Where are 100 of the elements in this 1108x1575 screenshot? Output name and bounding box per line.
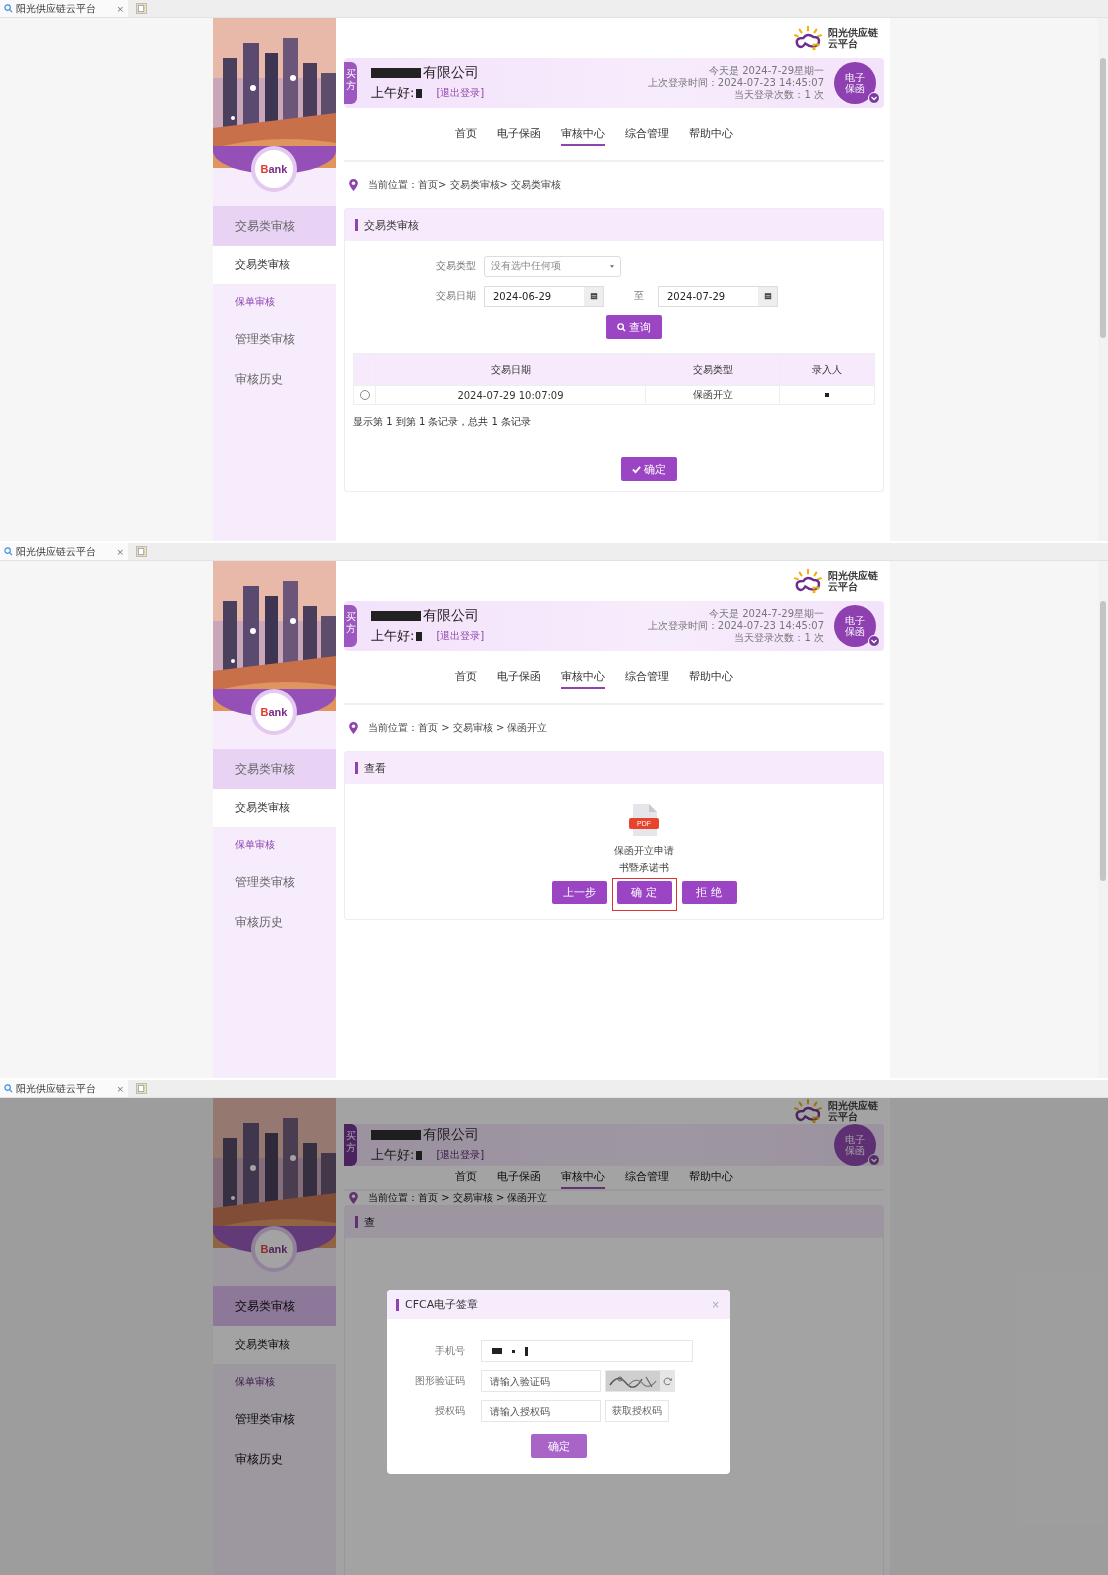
nav-tab[interactable]: 电子保函	[497, 665, 541, 689]
close-button[interactable]: ×	[116, 3, 124, 14]
scroll-thumb[interactable]	[1100, 601, 1106, 881]
nav-tab[interactable]: 电子保函	[497, 122, 541, 146]
sidebar-item[interactable]: 交易类审核	[213, 206, 336, 246]
record-summary: 显示第 1 到第 1 条记录，总共 1 条记录	[352, 415, 533, 429]
new-tab-icon	[136, 1083, 147, 1094]
browser-tab[interactable]: 阳光供应链云平台 ×	[0, 1080, 128, 1097]
nav-tab[interactable]: 帮助中心	[689, 665, 733, 689]
scroll-thumb[interactable]	[1100, 58, 1106, 338]
title-marker	[355, 762, 358, 774]
document-icon	[629, 804, 659, 836]
breadcrumb: 首页 > 交易审核 > 保函开立	[418, 1191, 548, 1205]
nav-tab[interactable]: 首页	[455, 665, 477, 689]
logout-link[interactable]: [退出登录]	[436, 1148, 485, 1162]
greeting: 上午好:	[371, 627, 415, 645]
breadcrumb-label: 当前位置：	[368, 1191, 418, 1205]
radio-button[interactable]	[359, 390, 370, 400]
field-label: 手机号	[434, 1344, 465, 1358]
nav-tab[interactable]: 综合管理	[625, 665, 669, 689]
role-tag: 买方	[344, 605, 357, 647]
sidebar-item[interactable]: 交易类审核	[213, 749, 336, 789]
table-cell: 2024-07-29 10:07:09	[375, 386, 645, 404]
sidebar-item[interactable]: 审核历史	[213, 902, 336, 942]
sidebar-item[interactable]: 审核历史	[213, 1439, 336, 1479]
column-header: 交易日期	[375, 354, 645, 385]
sidebar-subitem[interactable]: 保单审核	[213, 828, 336, 862]
captcha-field[interactable]: 请输入验证码	[481, 1370, 601, 1392]
sidebar-item[interactable]: 审核历史	[213, 359, 336, 399]
location-pin-icon	[349, 722, 358, 734]
search-icon	[4, 1084, 13, 1093]
nav-tab[interactable]: 帮助中心	[689, 122, 733, 146]
sidebar-subitem[interactable]: 保单审核	[213, 285, 336, 319]
scrollbar[interactable]	[1098, 561, 1108, 1078]
sidebar-item[interactable]: 管理类审核	[213, 862, 336, 902]
calendar-button[interactable]	[584, 286, 603, 306]
sidebar-item[interactable]: 管理类审核	[213, 319, 336, 359]
close-button[interactable]: ×	[116, 1083, 124, 1094]
table-cell: 保函开立	[645, 386, 779, 404]
confirm-button[interactable]: 确定	[621, 457, 677, 481]
sidebar-subitem[interactable]: 保单审核	[213, 1365, 336, 1399]
action-button[interactable]: 确 定	[616, 881, 672, 904]
redaction-mark	[371, 1130, 421, 1140]
close-button[interactable]: ×	[116, 546, 124, 557]
logo-subtitle: 云平台	[828, 38, 858, 49]
field-label: 图形验证码	[414, 1374, 465, 1388]
logo-subtitle: 云平台	[828, 581, 858, 592]
nav-tab[interactable]: 综合管理	[625, 1166, 669, 1189]
scrollbar[interactable]	[1098, 18, 1108, 541]
location-pin-icon	[349, 179, 358, 191]
logout-link[interactable]: [退出登录]	[436, 629, 485, 643]
breadcrumb-label: 当前位置：	[368, 178, 418, 192]
search-icon	[617, 322, 626, 332]
file-name[interactable]: 书暨承诺书	[619, 859, 669, 876]
cloud-sun-logo-icon	[792, 25, 824, 51]
auth-code-field[interactable]: 请输入授权码	[481, 1400, 601, 1422]
sidebar-subitem[interactable]: 交易类审核	[213, 1326, 336, 1365]
nav-tab[interactable]: 审核中心	[561, 665, 605, 689]
action-button[interactable]: 上一步	[551, 881, 607, 904]
get-code-button[interactable]: 获取授权码	[605, 1400, 669, 1422]
sidebar-item[interactable]: 管理类审核	[213, 1399, 336, 1439]
nav-tab[interactable]: 首页	[455, 1166, 477, 1189]
sidebar-subitem[interactable]: 交易类审核	[213, 246, 336, 285]
login-info: 今天是 2024-7-29星期一	[709, 65, 824, 77]
date-field[interactable]: 2024-07-29	[658, 285, 778, 307]
logo-subtitle: 云平台	[828, 1111, 858, 1122]
new-tab-icon	[136, 546, 147, 557]
nav-tab[interactable]: 审核中心	[561, 122, 605, 146]
nav-tab[interactable]: 帮助中心	[689, 1166, 733, 1189]
logo-title: 阳光供应链	[828, 1100, 878, 1111]
calendar-button[interactable]	[758, 286, 777, 306]
nav-tab[interactable]: 综合管理	[625, 122, 669, 146]
company-name: 有限公司	[423, 1126, 479, 1144]
refresh-icon	[663, 1376, 672, 1386]
login-info: 当天登录次数：1 次	[734, 632, 824, 644]
type-dropdown[interactable]: 没有选中任何项	[484, 255, 621, 277]
query-button[interactable]: 查询	[606, 315, 662, 339]
chevron-down-icon	[868, 635, 880, 647]
range-separator: 至	[634, 289, 644, 303]
field-label: 交易类型	[435, 259, 476, 273]
sidebar-subitem[interactable]: 交易类审核	[213, 789, 336, 828]
nav-tab[interactable]: 首页	[455, 122, 477, 146]
logout-link[interactable]: [退出登录]	[436, 86, 485, 100]
date-field[interactable]: 2024-06-29	[484, 285, 604, 307]
greeting: 上午好:	[371, 1146, 415, 1164]
browser-tab[interactable]: 阳光供应链云平台 ×	[0, 0, 128, 17]
redaction-mark	[416, 631, 423, 641]
browser-tab[interactable]: 阳光供应链云平台 ×	[0, 543, 128, 560]
action-button[interactable]: 拒 绝	[681, 881, 737, 904]
panel-title: 查	[364, 1214, 375, 1230]
nav-tab[interactable]: 电子保函	[497, 1166, 541, 1189]
company-name: 有限公司	[423, 607, 479, 625]
column-header: 录入人	[779, 354, 874, 385]
nav-tab[interactable]: 审核中心	[561, 1166, 605, 1189]
sidebar-item[interactable]: 交易类审核	[213, 1286, 336, 1326]
login-info: 当天登录次数：1 次	[734, 89, 824, 101]
search-icon	[4, 547, 13, 556]
phone-field[interactable]	[481, 1340, 693, 1362]
login-info: 今天是 2024-7-29星期一	[709, 608, 824, 620]
file-name[interactable]: 保函开立申请	[614, 842, 674, 859]
